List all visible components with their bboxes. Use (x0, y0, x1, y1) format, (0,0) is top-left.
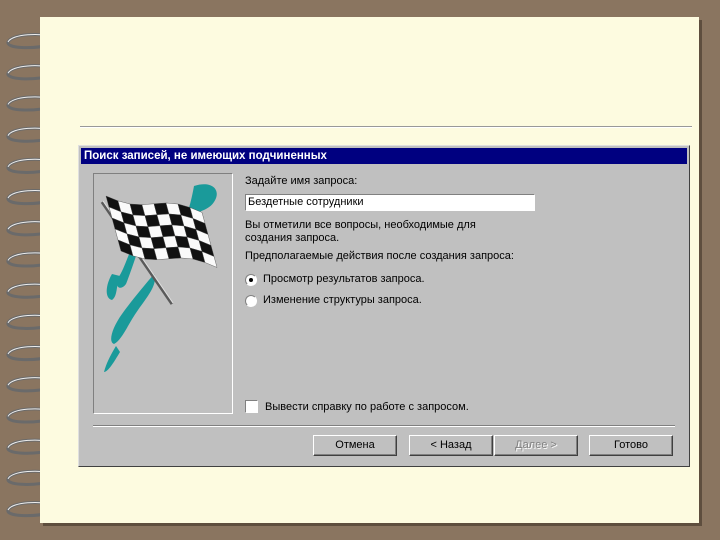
checkered-flag-icon (100, 184, 218, 372)
edit-structure-label[interactable]: Изменение структуры запроса. (263, 294, 422, 306)
query-wizard-dialog: Поиск записей, не имеющих подчиненных За… (78, 145, 690, 467)
view-results-radio[interactable] (245, 274, 257, 286)
query-name-label: Задайте имя запроса: (245, 175, 358, 187)
help-checkbox-label[interactable]: Вывести справку по работе с запросом. (265, 401, 469, 413)
info-text-line2: создания запроса. (245, 232, 340, 244)
query-name-input[interactable]: Бездетные сотрудники (245, 194, 535, 211)
help-checkbox[interactable] (245, 400, 258, 413)
wizard-image-panel (93, 173, 233, 414)
view-results-label[interactable]: Просмотр результатов запроса. (263, 273, 425, 285)
info-text-line1: Вы отметили все вопросы, необходимые для (245, 219, 476, 231)
cancel-button[interactable]: Отмена (313, 435, 397, 456)
slide-title-divider (80, 126, 692, 128)
finish-button[interactable]: Готово (589, 435, 673, 456)
radio-selected-dot (249, 278, 253, 282)
next-button[interactable]: Далее > (494, 435, 578, 456)
after-action-label: Предполагаемые действия после создания з… (245, 250, 514, 262)
dialog-title: Поиск записей, не имеющих подчиненных (81, 148, 687, 164)
edit-structure-radio[interactable] (245, 295, 257, 307)
button-separator (93, 425, 675, 427)
back-button[interactable]: < Назад (409, 435, 493, 456)
